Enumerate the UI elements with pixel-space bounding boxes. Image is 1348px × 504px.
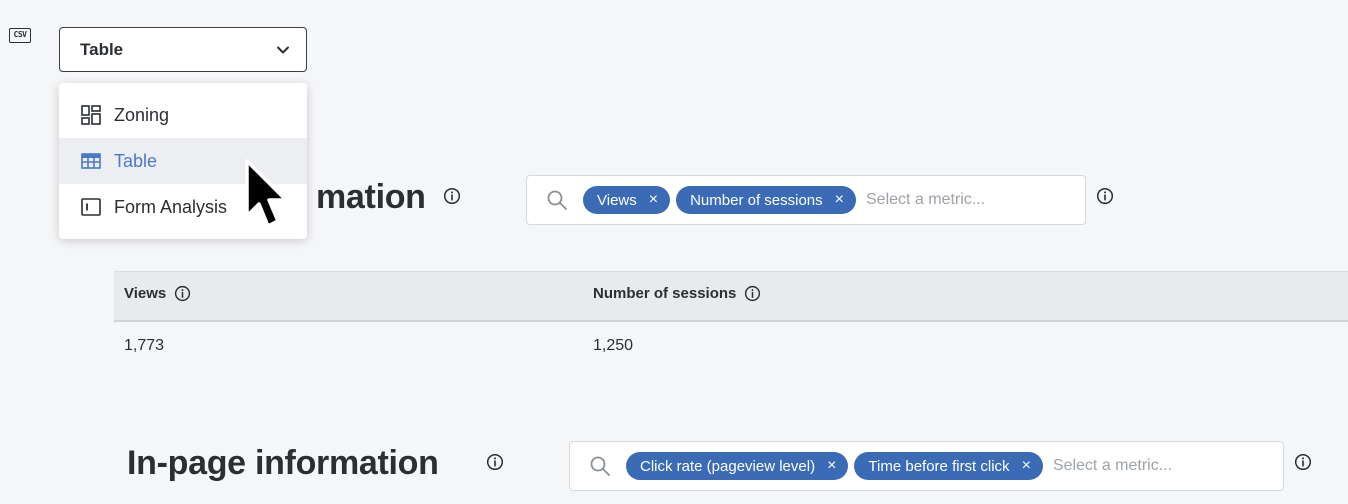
mouse-cursor-icon	[245, 159, 288, 228]
column-header-views[interactable]: Views	[124, 285, 191, 302]
column-header-number-of-sessions[interactable]: Number of sessions	[593, 285, 761, 302]
remove-chip-icon[interactable]: ×	[649, 192, 658, 208]
zoning-icon	[81, 105, 101, 125]
info-icon[interactable]	[174, 285, 191, 302]
metric-chip-views: Views ×	[583, 186, 671, 214]
info-icon[interactable]	[443, 187, 461, 205]
metric-picker-1[interactable]: Views × Number of sessions × Select a me…	[526, 175, 1086, 225]
metric-picker-2[interactable]: Click rate (pageview level) × Time befor…	[569, 441, 1284, 491]
metric-chip-click-rate: Click rate (pageview level) ×	[626, 452, 849, 480]
section-title-in-page-information: In-page information	[127, 444, 439, 482]
metric-chip-number-of-sessions: Number of sessions ×	[676, 186, 856, 214]
search-icon	[590, 456, 610, 476]
metric-chip-time-before-first-click: Time before first click ×	[854, 452, 1043, 480]
remove-chip-icon[interactable]: ×	[827, 458, 836, 474]
metric-search-input[interactable]: Select a metric...	[866, 191, 985, 209]
remove-chip-icon[interactable]: ×	[835, 192, 844, 208]
section-title-page-information: mation	[316, 178, 426, 216]
info-icon[interactable]	[1096, 187, 1114, 205]
menu-item-zoning[interactable]: Zoning	[59, 92, 307, 138]
remove-chip-icon[interactable]: ×	[1022, 458, 1031, 474]
metric-search-input[interactable]: Select a metric...	[1053, 457, 1172, 475]
table-cell-number-of-sessions: 1,250	[593, 337, 634, 354]
csv-export-icon[interactable]: CSV	[9, 28, 31, 43]
info-icon[interactable]	[744, 285, 761, 302]
table-cell-views: 1,773	[124, 337, 165, 354]
info-icon[interactable]	[1294, 453, 1312, 471]
view-type-select-value: Table	[80, 39, 124, 59]
info-icon[interactable]	[486, 453, 504, 471]
form-analysis-icon	[81, 198, 101, 216]
search-icon	[547, 190, 567, 210]
view-type-select[interactable]: Table	[59, 27, 307, 72]
table-icon	[81, 153, 101, 169]
chevron-down-icon	[277, 46, 289, 53]
